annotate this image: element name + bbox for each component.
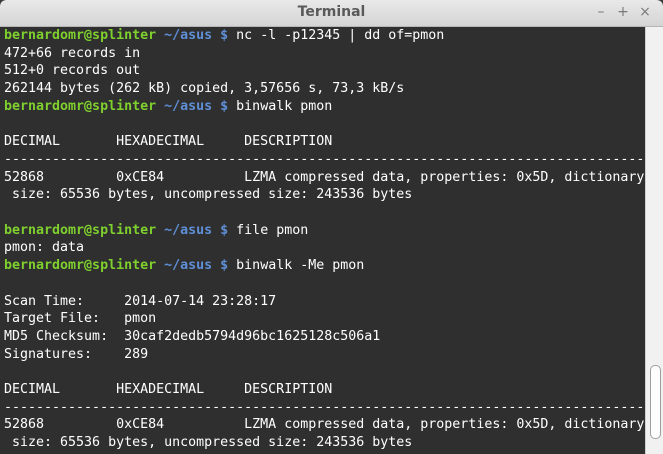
output-line: MD5 Checksum: 30caf2dedb5794d96bc1625128… xyxy=(4,328,380,346)
window-title: Terminal xyxy=(297,4,366,20)
output-line: pmon: data xyxy=(4,239,84,257)
output-text: Target File: pmon xyxy=(4,311,157,327)
command-text: binwalk -Me pmon xyxy=(236,258,365,274)
output-line: ----------------------------------------… xyxy=(4,399,644,417)
prompt-path: ~/asus $ xyxy=(156,258,237,274)
prompt-path: ~/asus $ xyxy=(156,98,237,114)
scrollbar[interactable] xyxy=(645,27,663,454)
prompt-line: bernardomr@splinter ~/asus $ binwalk -Me… xyxy=(4,257,364,275)
prompt-line: bernardomr@splinter ~/asus $ binwalk pmo… xyxy=(4,98,332,116)
prompt-path: ~/asus $ xyxy=(156,222,237,238)
output-text: pmon: data xyxy=(4,240,85,256)
command-text: file pmon xyxy=(236,222,309,238)
close-icon[interactable]: × xyxy=(636,3,654,21)
prompt-line: bernardomr@splinter ~/asus $ nc -l -p123… xyxy=(4,27,444,45)
output-line: size: 65536 bytes, uncompressed size: 24… xyxy=(4,186,412,204)
title-bar[interactable]: Terminal – + × xyxy=(0,0,663,27)
output-line: 262144 bytes (262 kB) copied, 3,57656 s,… xyxy=(4,80,404,98)
output-text: 472+66 records in xyxy=(4,45,141,61)
output-text: Signatures: 289 xyxy=(4,346,149,362)
minimize-icon[interactable]: – xyxy=(592,3,610,21)
output-text: MD5 Checksum: 30caf2dedb5794d96bc1625128… xyxy=(4,328,381,344)
output-text: Scan Time: 2014-07-14 23:28:17 xyxy=(4,293,277,309)
output-text: 512+0 records out xyxy=(4,63,141,79)
terminal-window: Terminal – + × bernardomr@splinter ~/asu… xyxy=(0,0,663,454)
output-text: ----------------------------------------… xyxy=(4,151,645,167)
terminal-output[interactable]: bernardomr@splinter ~/asus $ nc -l -p123… xyxy=(0,27,645,454)
prompt-user: bernardomr@splinter xyxy=(4,222,157,238)
output-text: 262144 bytes (262 kB) copied, 3,57656 s,… xyxy=(4,81,405,97)
output-line: 52868 0xCE84 LZMA compressed data, prope… xyxy=(4,169,644,187)
output-line: DECIMAL HEXADECIMAL DESCRIPTION xyxy=(4,133,332,151)
output-text: size: 65536 bytes, uncompressed size: 24… xyxy=(4,435,413,451)
prompt-line: bernardomr@splinter ~/asus $ file pmon xyxy=(4,222,308,240)
prompt-user: bernardomr@splinter xyxy=(4,98,157,114)
maximize-icon[interactable]: + xyxy=(614,3,632,21)
command-text: nc -l -p12345 | dd of=pmon xyxy=(236,28,445,43)
output-line: Signatures: 289 xyxy=(4,346,148,364)
output-line: Scan Time: 2014-07-14 23:28:17 xyxy=(4,293,276,311)
scrollbar-thumb[interactable] xyxy=(650,365,661,439)
output-line: size: 65536 bytes, uncompressed size: 24… xyxy=(4,434,412,452)
output-line: 52868 0xCE84 LZMA compressed data, prope… xyxy=(4,416,644,434)
prompt-user: bernardomr@splinter xyxy=(4,28,157,43)
command-text: binwalk pmon xyxy=(236,98,333,114)
output-text: 52868 0xCE84 LZMA compressed data, prope… xyxy=(4,169,645,185)
output-line: 472+66 records in xyxy=(4,45,140,63)
prompt-path: ~/asus $ xyxy=(156,28,237,43)
output-line: Target File: pmon xyxy=(4,310,156,328)
output-line: 512+0 records out xyxy=(4,62,140,80)
output-text: ----------------------------------------… xyxy=(4,399,645,415)
prompt-user: bernardomr@splinter xyxy=(4,258,157,274)
output-text: size: 65536 bytes, uncompressed size: 24… xyxy=(4,187,413,203)
output-line: DECIMAL HEXADECIMAL DESCRIPTION xyxy=(4,381,332,399)
output-text: DECIMAL HEXADECIMAL DESCRIPTION xyxy=(4,134,333,150)
output-text: 52868 0xCE84 LZMA compressed data, prope… xyxy=(4,417,645,433)
output-text: DECIMAL HEXADECIMAL DESCRIPTION xyxy=(4,382,333,397)
output-line: ----------------------------------------… xyxy=(4,151,644,169)
